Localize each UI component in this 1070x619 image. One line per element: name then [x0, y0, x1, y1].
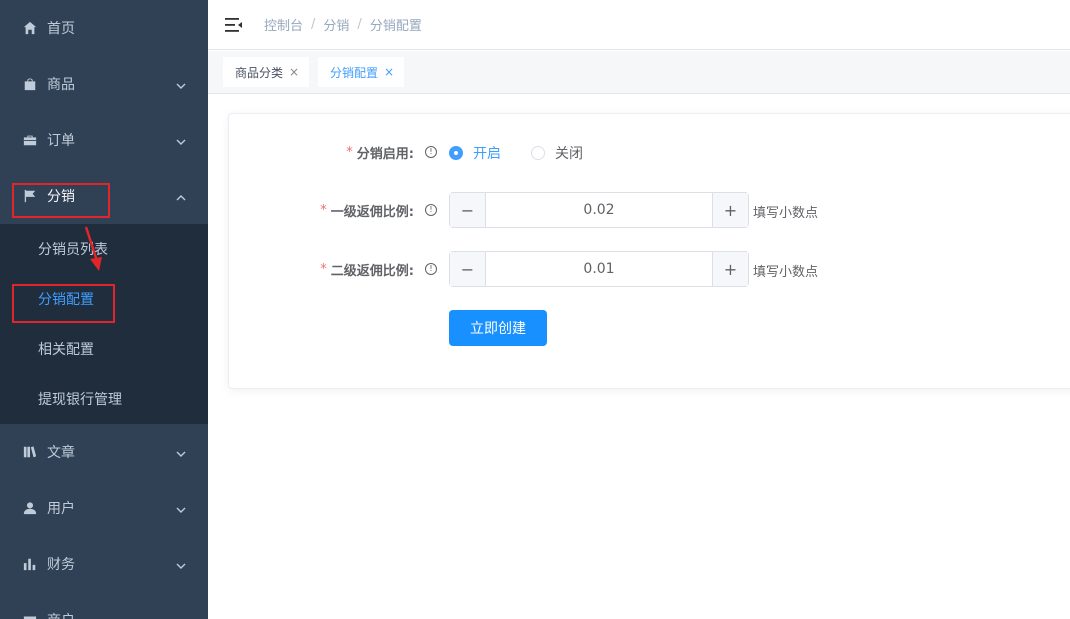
level1-label-text: 一级返佣比例: — [330, 205, 414, 220]
briefcase-icon — [22, 132, 38, 148]
sidebar-item-label: 财务 — [47, 557, 75, 573]
highlight-box-distribution-config — [12, 284, 115, 323]
sidebar-item-label: 商户 — [47, 610, 75, 619]
increase-button[interactable]: + — [712, 252, 748, 286]
sidebar-item-label: 订单 — [47, 133, 75, 149]
chevron-up-icon — [176, 191, 186, 201]
config-form-card: * 分销启用: ! 开启 关闭 * 一级返佣比例: ! − + 填写小数点 * … — [228, 113, 1070, 389]
sidebar-item-label: 文章 — [47, 445, 75, 461]
radio-dot — [531, 146, 545, 160]
sidebar-item-merchants[interactable]: 商户 — [0, 592, 208, 619]
level1-label: * 一级返佣比例: — [229, 201, 414, 220]
breadcrumb-item[interactable]: 分销 — [323, 15, 349, 34]
radio-enable-on[interactable]: 开启 — [449, 143, 501, 163]
close-icon[interactable]: × — [384, 65, 394, 79]
tab-distribution-config[interactable]: 分销配置 × — [318, 57, 405, 87]
chevron-down-icon — [176, 135, 186, 145]
tab-label: 分销配置 — [330, 65, 379, 80]
required-mark: * — [320, 262, 327, 277]
sidebar-item-label: 用户 — [47, 501, 75, 517]
sidebar-item-label: 商品 — [47, 77, 75, 93]
submenu-item-related-config[interactable]: 相关配置 — [0, 324, 208, 374]
store-icon — [22, 612, 38, 619]
sidebar-item-finance[interactable]: 财务 — [0, 536, 208, 592]
level2-commission-stepper: − + — [449, 251, 749, 287]
sidebar-item-users[interactable]: 用户 — [0, 480, 208, 536]
radio-enable-off[interactable]: 关闭 — [531, 143, 583, 163]
decrease-button[interactable]: − — [450, 252, 486, 286]
menu-toggle-icon[interactable] — [225, 17, 243, 33]
required-mark: * — [346, 145, 353, 160]
breadcrumb-item-current: 分销配置 — [369, 19, 422, 34]
top-navbar: 控制台 / 分销 / 分销配置 — [208, 0, 1070, 50]
increase-button[interactable]: + — [712, 193, 748, 227]
shopping-bag-icon — [22, 76, 38, 92]
sidebar-item-orders[interactable]: 订单 — [0, 112, 208, 168]
level2-label: * 二级返佣比例: — [229, 260, 414, 279]
user-icon — [22, 500, 38, 516]
info-icon[interactable]: ! — [425, 146, 437, 158]
info-icon[interactable]: ! — [425, 204, 437, 216]
highlight-box-distribution — [12, 183, 110, 218]
enable-label: * 分销启用: — [229, 143, 414, 162]
tags-view-bar: 商品分类 × 分销配置 × — [208, 51, 1070, 94]
sidebar-item-products[interactable]: 商品 — [0, 56, 208, 112]
level2-hint: 填写小数点 — [753, 265, 819, 280]
level2-commission-input[interactable] — [486, 252, 712, 286]
info-icon[interactable]: ! — [425, 263, 437, 275]
radio-label: 开启 — [473, 146, 501, 162]
enable-label-text: 分销启用: — [356, 147, 414, 162]
level1-commission-stepper: − + — [449, 192, 749, 228]
breadcrumb-item[interactable]: 控制台 — [264, 15, 303, 34]
breadcrumb-separator: / — [357, 17, 362, 32]
level1-hint: 填写小数点 — [753, 206, 819, 221]
chevron-down-icon — [176, 559, 186, 569]
radio-label: 关闭 — [555, 146, 583, 162]
required-mark: * — [320, 203, 327, 218]
radio-dot — [449, 146, 463, 160]
level2-label-text: 二级返佣比例: — [330, 264, 414, 279]
breadcrumb: 控制台 / 分销 / 分销配置 — [264, 15, 422, 34]
create-button[interactable]: 立即创建 — [449, 310, 547, 346]
chevron-down-icon — [176, 447, 186, 457]
breadcrumb-separator: / — [311, 17, 316, 32]
tab-product-category[interactable]: 商品分类 × — [223, 57, 310, 87]
annotation-arrow-icon — [84, 226, 102, 271]
submenu-item-bank-management[interactable]: 提现银行管理 — [0, 374, 208, 424]
level1-commission-input[interactable] — [486, 193, 712, 227]
decrease-button[interactable]: − — [450, 193, 486, 227]
chevron-down-icon — [176, 615, 186, 619]
close-icon[interactable]: × — [289, 65, 299, 79]
chevron-down-icon — [176, 79, 186, 89]
chevron-down-icon — [176, 503, 186, 513]
sidebar-item-label: 首页 — [47, 21, 75, 37]
tab-label: 商品分类 — [235, 65, 284, 80]
bar-chart-icon — [22, 556, 38, 572]
book-icon — [22, 444, 38, 460]
sidebar-item-articles[interactable]: 文章 — [0, 424, 208, 480]
home-icon — [22, 20, 38, 36]
sidebar-item-home[interactable]: 首页 — [0, 0, 208, 56]
